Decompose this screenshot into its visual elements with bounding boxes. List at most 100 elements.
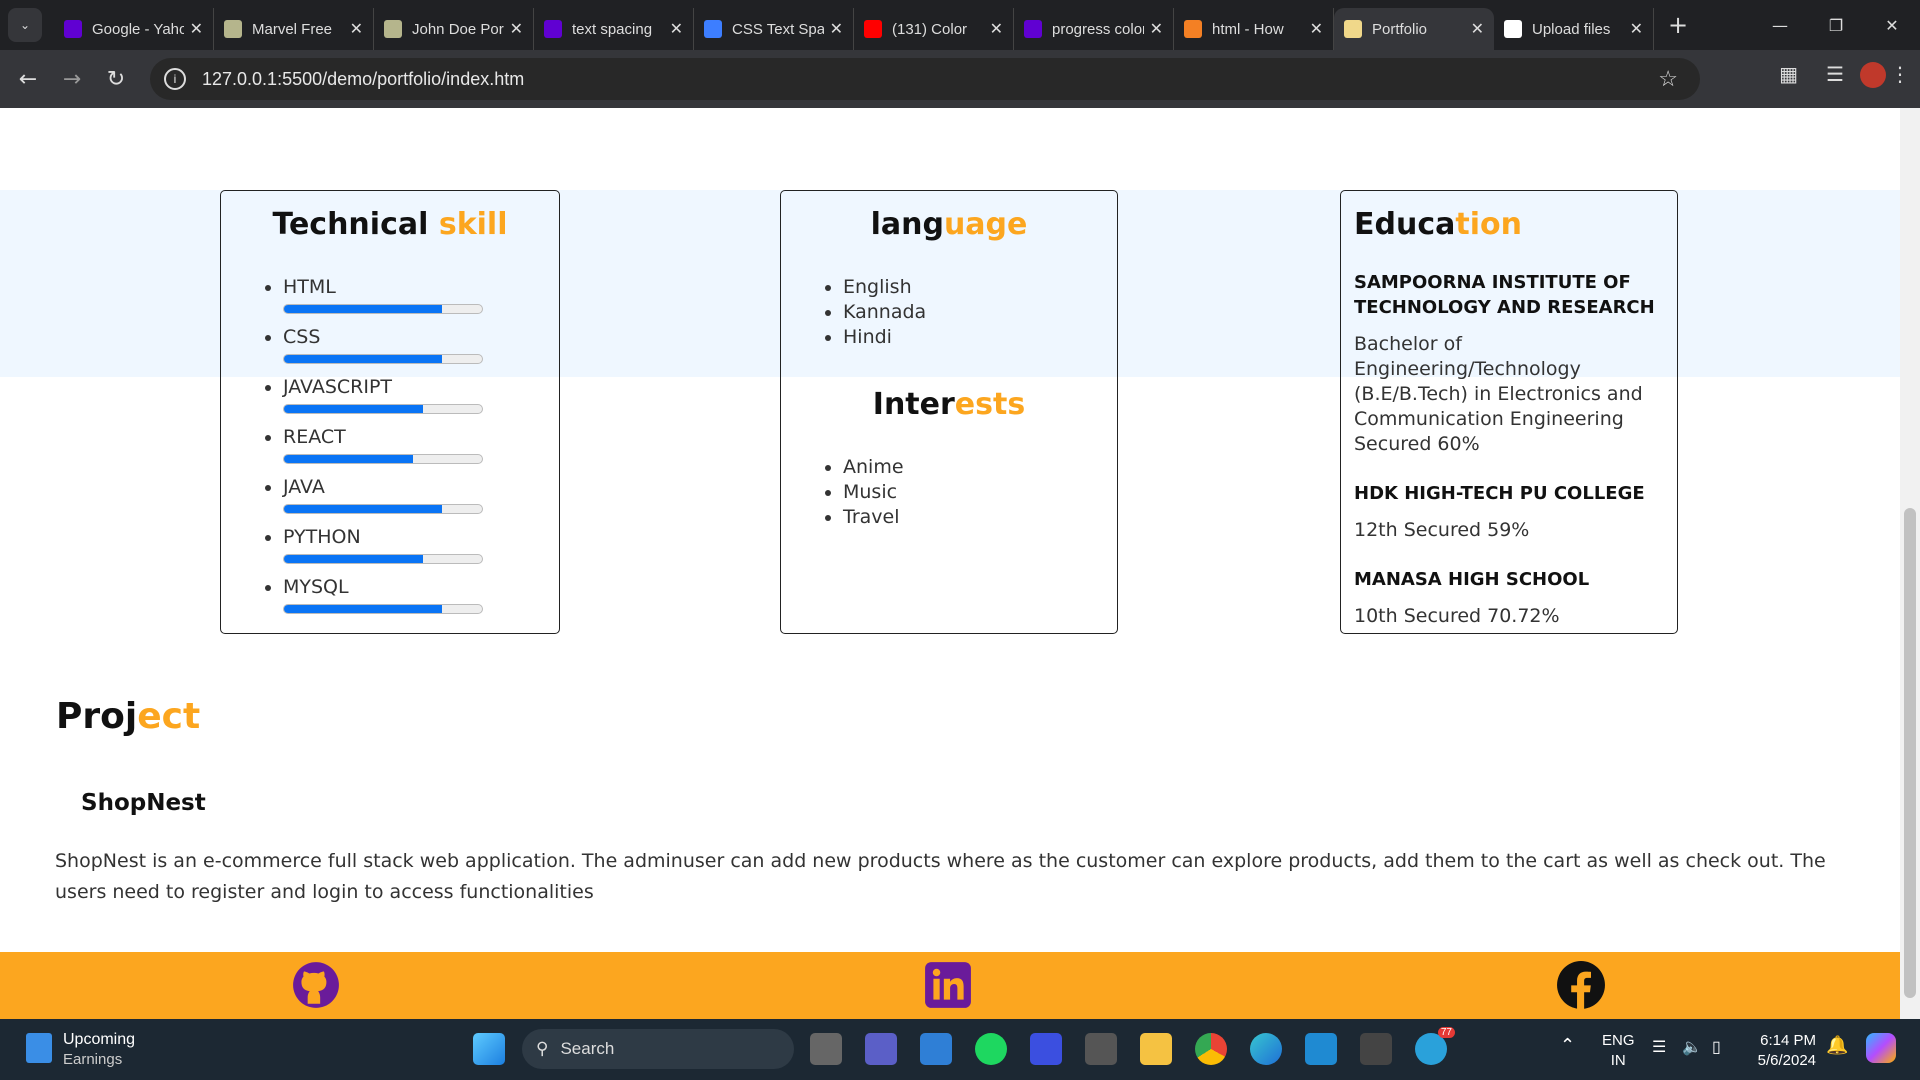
skill-item: JAVASCRIPT — [283, 376, 559, 426]
close-tab-icon[interactable]: ✕ — [1630, 19, 1643, 39]
yahoo-icon — [64, 20, 82, 38]
stocks-widget-icon[interactable] — [26, 1033, 52, 1063]
url-bar[interactable]: i 127.0.0.1:5500/demo/portfolio/index.ht… — [150, 58, 1700, 100]
unity-icon[interactable] — [1085, 1033, 1117, 1065]
site-info-icon[interactable]: i — [164, 68, 186, 90]
skill-name: PYTHON — [283, 526, 361, 548]
close-tab-icon[interactable]: ✕ — [350, 19, 363, 39]
browser-tab[interactable]: CSS Text Spacing ✕ — [694, 8, 854, 50]
taskbar-search[interactable]: ⚲ Search — [522, 1029, 794, 1069]
task-view-icon[interactable] — [810, 1033, 842, 1065]
telegram-icon[interactable]: 77 — [1415, 1027, 1455, 1065]
url-text[interactable]: 127.0.0.1:5500/demo/portfolio/index.htm — [202, 69, 524, 90]
address-bar-row: ← → ↻ i 127.0.0.1:5500/demo/portfolio/in… — [0, 50, 1920, 108]
close-tab-icon[interactable]: ✕ — [1310, 19, 1323, 39]
skill-name: MYSQL — [283, 576, 349, 598]
browser-tab[interactable]: John Doe Portfolio ✕ — [374, 8, 534, 50]
close-tab-icon[interactable]: ✕ — [510, 19, 523, 39]
facebook-icon[interactable] — [1556, 960, 1606, 1010]
browser-tab[interactable]: progress color ✕ — [1014, 8, 1174, 50]
volume-icon[interactable]: 🔈 — [1682, 1037, 1702, 1057]
list-item: Anime — [843, 456, 1117, 481]
list-item: English — [843, 276, 1117, 301]
skill-item: REACT — [283, 426, 559, 476]
language-list: English Kannada Hindi — [843, 276, 1117, 351]
scrollbar-thumb[interactable] — [1904, 508, 1916, 998]
bookmark-star-icon[interactable]: ☆ — [1658, 66, 1678, 92]
browser-tab[interactable]: html - How ✕ — [1174, 8, 1334, 50]
chrome-icon[interactable] — [1195, 1033, 1227, 1065]
skill-item: JAVA — [283, 476, 559, 526]
list-item: Kannada — [843, 301, 1117, 326]
skill-name: HTML — [283, 276, 336, 298]
menu-icon[interactable]: ⋮ — [1890, 62, 1910, 86]
close-tab-icon[interactable]: ✕ — [1150, 19, 1163, 39]
vscode-icon[interactable] — [1305, 1033, 1337, 1065]
extensions-icon[interactable]: ▦ — [1779, 62, 1798, 86]
close-tab-icon[interactable]: ✕ — [190, 19, 203, 39]
school-detail: Bachelor of Engineering/Technology (B.E/… — [1354, 333, 1643, 455]
skill-progress-fill — [284, 305, 443, 313]
browser-tab[interactable]: Google - Yahoo ✕ — [54, 8, 214, 50]
skill-progress-fill — [284, 405, 423, 413]
store-icon[interactable] — [920, 1033, 952, 1065]
wifi-icon[interactable]: ☰ — [1652, 1037, 1666, 1057]
close-window-button[interactable]: ✕ — [1864, 0, 1920, 50]
app-icon[interactable] — [1030, 1033, 1062, 1065]
browser-tab[interactable]: Portfolio ✕ — [1334, 8, 1494, 50]
tab-search-button[interactable]: ⌄ — [8, 8, 42, 42]
browser-tab[interactable]: text spacing ✕ — [534, 8, 694, 50]
footer — [0, 952, 1900, 1019]
notification-bell-icon[interactable]: 🔔 — [1826, 1035, 1848, 1056]
skill-name: JAVASCRIPT — [283, 376, 393, 398]
education-card: Education SAMPOORNA INSTITUTE OF TECHNOL… — [1340, 190, 1678, 634]
browser-tab[interactable]: Marvel Free ✕ — [214, 8, 374, 50]
browser-tab[interactable]: Upload files ✕ — [1494, 8, 1654, 50]
close-tab-icon[interactable]: ✕ — [1471, 19, 1484, 39]
title-accent: ect — [137, 696, 201, 737]
file-explorer-icon[interactable] — [1140, 1033, 1172, 1065]
copilot-icon[interactable] — [1866, 1033, 1896, 1063]
skill-name: CSS — [283, 326, 321, 348]
back-button[interactable]: ← — [6, 67, 50, 92]
tab-title: CSS Text Spacing — [732, 20, 824, 38]
widget-title[interactable]: Upcoming — [63, 1031, 135, 1049]
tab-title: Upload files — [1532, 20, 1611, 38]
tray-overflow-icon[interactable]: ⌃ — [1560, 1035, 1575, 1056]
page-scrollbar[interactable] — [1900, 108, 1920, 1019]
edge-icon[interactable] — [1250, 1033, 1282, 1065]
skills-list: HTML CSS JAVASCRIPT REACT JAVA PYTHON MYSQL — [283, 276, 559, 626]
profile-avatar[interactable] — [1860, 62, 1886, 88]
battery-icon[interactable]: ▯ — [1712, 1037, 1721, 1057]
media-control-icon[interactable]: ☰ — [1826, 62, 1844, 86]
new-tab-button[interactable]: + — [1668, 11, 1688, 39]
browser-tab[interactable]: (131) Color ✕ — [854, 8, 1014, 50]
input-language[interactable]: ENG IN — [1602, 1031, 1635, 1071]
interests-title: Interests — [781, 387, 1117, 422]
youtube-icon — [864, 20, 882, 38]
telegram-badge: 77 — [1437, 1027, 1455, 1038]
tab-title: text spacing — [572, 20, 653, 38]
tab-title: Google - Yahoo — [92, 20, 184, 38]
language-card: language English Kannada Hindi Interests… — [780, 190, 1118, 634]
restore-button[interactable]: ❐ — [1808, 0, 1864, 50]
github-icon[interactable] — [291, 960, 341, 1010]
teams-icon[interactable] — [865, 1033, 897, 1065]
list-item: Hindi — [843, 326, 1117, 351]
tab-title: John Doe Portfolio — [412, 20, 504, 38]
reload-button[interactable]: ↻ — [94, 67, 138, 92]
close-tab-icon[interactable]: ✕ — [670, 19, 683, 39]
close-tab-icon[interactable]: ✕ — [990, 19, 1003, 39]
title-accent: skill — [438, 207, 508, 242]
terminal-icon[interactable] — [1360, 1033, 1392, 1065]
forward-button[interactable]: → — [50, 67, 94, 92]
clock[interactable]: 6:14 PM 5/6/2024 — [1750, 1031, 1816, 1071]
minimize-button[interactable]: — — [1752, 0, 1808, 50]
linkedin-icon[interactable] — [923, 960, 973, 1010]
close-tab-icon[interactable]: ✕ — [830, 19, 843, 39]
widget-subtitle[interactable]: Earnings — [63, 1051, 122, 1068]
tab-title: (131) Color — [892, 20, 968, 38]
spotify-icon[interactable] — [975, 1033, 1007, 1065]
tab-title: html - How — [1212, 20, 1284, 38]
start-button[interactable] — [473, 1033, 505, 1065]
